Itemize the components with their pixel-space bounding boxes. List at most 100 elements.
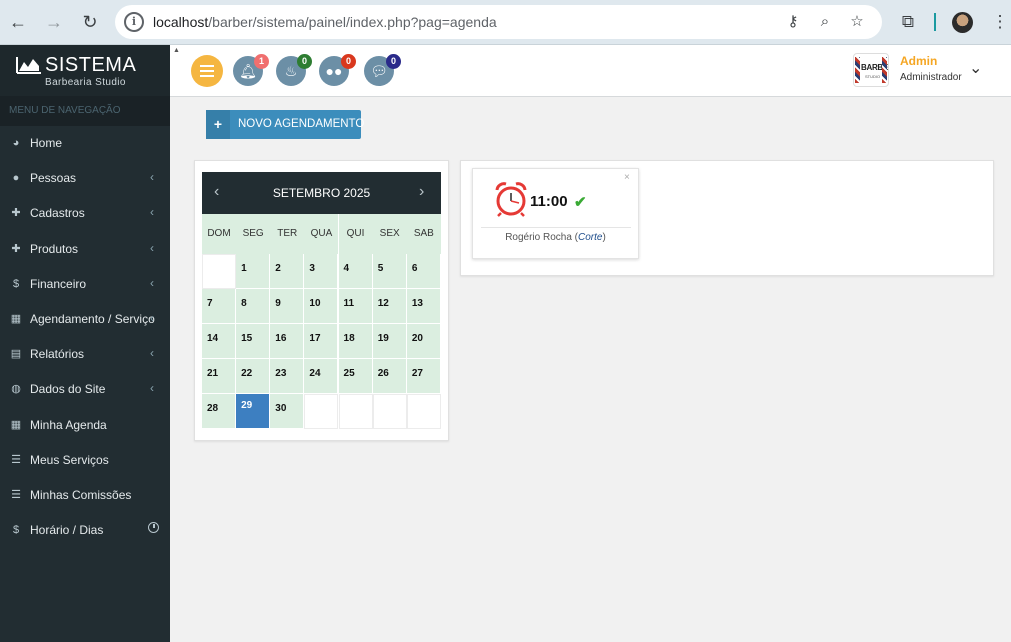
calendar-day[interactable]: 23	[270, 359, 305, 394]
back-icon[interactable]: ←	[6, 10, 30, 34]
sidebar-item-financeiro[interactable]: $ Financeiro ‹	[0, 267, 170, 302]
clients-badge: 0	[341, 54, 356, 69]
profile-avatar[interactable]	[952, 12, 973, 33]
sidebar-item-label: Meus Serviços	[30, 453, 109, 467]
chevron-left-icon: ‹	[150, 381, 154, 395]
calendar-day[interactable]: 30	[270, 394, 305, 429]
calendar-day[interactable]: 28	[202, 394, 236, 429]
calendar-empty-cell	[202, 254, 236, 289]
calendar-day[interactable]: 2	[270, 254, 305, 289]
calendar-day[interactable]: 5	[372, 254, 407, 289]
password-key-icon[interactable]: ⚷	[783, 12, 803, 32]
calendar-day[interactable]: 24	[304, 359, 339, 394]
site-info-icon[interactable]: i	[124, 12, 144, 32]
calendar-empty-cell	[304, 394, 339, 429]
appointment-time: 11:00	[530, 193, 568, 210]
sidebar-item-horario-dias[interactable]: $ Horário / Dias	[0, 513, 170, 548]
sidebar-item-minhas-comissoes[interactable]: ☰ Minhas Comissões	[0, 478, 170, 513]
bookmark-star-icon[interactable]: ☆	[847, 12, 867, 32]
dollar-icon: $	[12, 524, 20, 536]
calendar-day[interactable]: 6	[406, 254, 441, 289]
globe-icon: ◍	[11, 383, 21, 395]
weekday-header: QUA	[304, 214, 339, 254]
zoom-icon[interactable]: ⌕	[815, 12, 835, 32]
calendar-day[interactable]: 16	[270, 324, 305, 359]
scroll-up-icon[interactable]: ▲	[173, 47, 180, 54]
user-avatar[interactable]: BARBER STUDIO	[853, 53, 889, 87]
menu-toggle-button[interactable]	[191, 55, 223, 87]
notifications-badge: 1	[254, 54, 269, 69]
calendar-day[interactable]: 4	[338, 254, 373, 289]
close-appointment-button[interactable]: ×	[624, 172, 630, 183]
dashboard-icon: ◕	[12, 137, 20, 149]
forward-icon[interactable]: →	[42, 10, 66, 34]
chevron-left-icon: ‹	[150, 276, 154, 290]
calendar-day[interactable]: 15	[236, 324, 271, 359]
sidebar-item-dados-site[interactable]: ◍ Dados do Site ‹	[0, 372, 170, 407]
calendar-day[interactable]: 21	[202, 359, 236, 394]
sidebar-item-label: Home	[30, 136, 63, 150]
sidebar-item-produtos[interactable]: ✚ Produtos ‹	[0, 232, 170, 267]
users-icon: ●	[12, 172, 20, 184]
chart-logo-icon	[16, 57, 41, 74]
dollar-icon: $	[12, 278, 20, 290]
calendar-day[interactable]: 19	[372, 324, 407, 359]
user-role: Administrador	[900, 72, 962, 83]
sidebar-item-meus-servicos[interactable]: ☰ Meus Serviços	[0, 443, 170, 478]
calendar-day-today[interactable]: 29	[236, 394, 271, 429]
toolbar-separator	[934, 13, 936, 31]
calendar-day[interactable]: 26	[372, 359, 407, 394]
calendar-day[interactable]: 25	[338, 359, 373, 394]
calendar-day[interactable]: 8	[236, 289, 271, 324]
extensions-icon[interactable]: ⧉	[897, 11, 919, 33]
brand-title: SISTEMA	[45, 54, 137, 76]
browser-toolbar: ← → ↻ i localhost/barber/sistema/painel/…	[0, 0, 1011, 45]
sidebar-item-home[interactable]: ◕ Home	[0, 126, 170, 161]
sidebar-item-agendamento[interactable]: ▦ Agendamento / Serviço ‹	[0, 302, 170, 337]
calendar-day[interactable]: 12	[372, 289, 407, 324]
calendar-month-title: SETEMBRO 2025	[272, 186, 371, 200]
sidebar-item-label: Pessoas	[30, 171, 77, 185]
user-logo-sub: STUDIO	[865, 74, 881, 79]
sidebar-item-minha-agenda[interactable]: ▦ Minha Agenda	[0, 408, 170, 443]
user-name[interactable]: Admin	[900, 54, 937, 68]
calendar-day[interactable]: 22	[236, 359, 271, 394]
calendar-empty-cell	[372, 394, 407, 429]
reload-icon[interactable]: ↻	[78, 10, 102, 34]
sidebar-item-label: Agendamento / Serviço	[30, 312, 155, 326]
comment-icon: 💬︎	[370, 63, 388, 79]
chevron-down-icon[interactable]: ⌄	[969, 58, 982, 78]
browser-menu-icon[interactable]: ⋮	[989, 11, 1011, 33]
calendar-day[interactable]: 3	[304, 254, 339, 289]
calendar-day[interactable]: 20	[406, 324, 441, 359]
brand-subtitle: Barbearia Studio	[45, 77, 126, 88]
barber-pole-icon	[855, 57, 860, 83]
calendar-empty-cell	[406, 394, 441, 429]
calendar-day[interactable]: 18	[338, 324, 373, 359]
chevron-left-icon: ‹	[150, 311, 154, 325]
url-text[interactable]: localhost/barber/sistema/painel/index.ph…	[153, 14, 497, 30]
weekday-header: DOM	[202, 214, 236, 254]
plus-icon: ✚	[11, 207, 21, 219]
calendar-day[interactable]: 7	[202, 289, 236, 324]
cake-icon: ♨	[284, 63, 298, 79]
calendar-day[interactable]: 9	[270, 289, 305, 324]
sidebar-item-relatorios[interactable]: ▤ Relatórios ‹	[0, 337, 170, 372]
server-icon: ☰	[11, 489, 21, 501]
calendar-day[interactable]: 17	[304, 324, 339, 359]
calendar-day[interactable]: 27	[406, 359, 441, 394]
sidebar-item-cadastros[interactable]: ✚ Cadastros ‹	[0, 196, 170, 231]
sidebar: SISTEMA Barbearia Studio MENU DE NAVEGAÇ…	[0, 45, 170, 642]
calendar-day[interactable]: 10	[304, 289, 339, 324]
sidebar-item-label: Horário / Dias	[30, 523, 104, 537]
calendar-day[interactable]: 14	[202, 324, 236, 359]
calendar-day[interactable]: 1	[236, 254, 271, 289]
sidebar-item-pessoas[interactable]: ● Pessoas ‹	[0, 161, 170, 196]
calendar-empty-cell	[338, 394, 373, 429]
address-bar[interactable]: i localhost/barber/sistema/painel/index.…	[115, 5, 882, 39]
calendar-day[interactable]: 13	[406, 289, 441, 324]
new-appointment-button[interactable]: + NOVO AGENDAMENTO	[206, 110, 364, 139]
brand-logo[interactable]: SISTEMA Barbearia Studio	[0, 45, 170, 96]
calendar-day[interactable]: 11	[338, 289, 373, 324]
alarm-clock-icon	[495, 182, 527, 217]
